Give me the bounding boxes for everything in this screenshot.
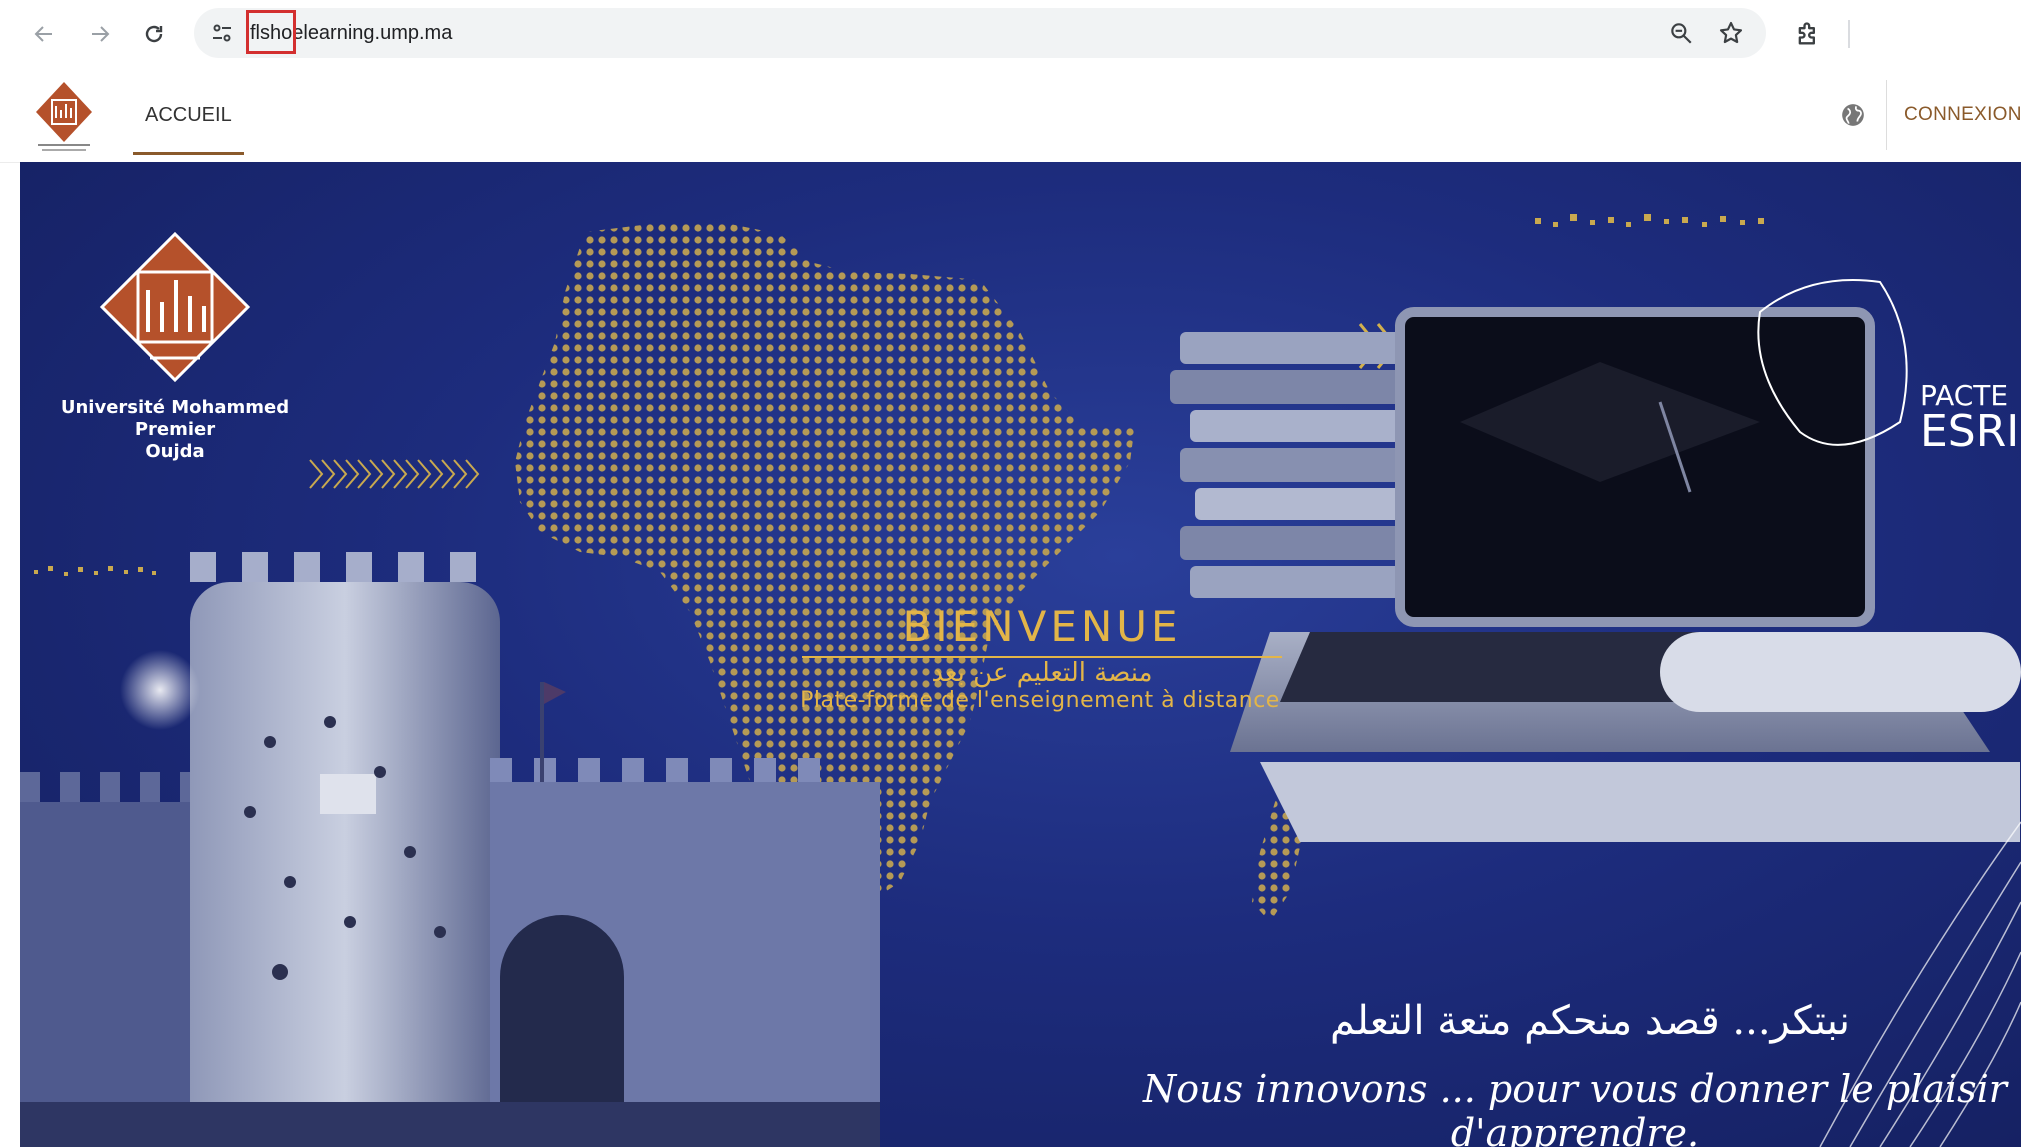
university-emblem bbox=[99, 231, 251, 383]
arrow-right-icon bbox=[92, 26, 110, 42]
university-name: Université Mohammed Premier Oujda bbox=[20, 397, 330, 463]
bookmark-button[interactable] bbox=[1716, 18, 1746, 48]
site-header: ACCUEIL CONNEXION bbox=[0, 68, 2021, 163]
slogan-french: Nous innovons ... pour vous donner le pl… bbox=[1143, 1067, 2007, 1147]
subtitle-arabic: منصة التعليم عن بعد bbox=[931, 658, 1153, 688]
reload-icon bbox=[145, 25, 163, 43]
nav-accueil[interactable]: ACCUEIL bbox=[133, 68, 244, 155]
puzzle-icon bbox=[1798, 22, 1815, 45]
toolbar-separator bbox=[1848, 20, 1850, 48]
zoom-out-icon bbox=[1671, 23, 1692, 44]
esri-logo-text: ESRI bbox=[1920, 406, 2020, 457]
browser-toolbar: flshoelearning.ump.ma bbox=[0, 0, 2021, 68]
extensions-button[interactable] bbox=[1788, 14, 1828, 54]
reload-button[interactable] bbox=[134, 14, 174, 54]
chevron-arrows-left bbox=[309, 459, 480, 489]
slogan-arabic: نبتكر... قصد منحكم متعة التعلم bbox=[1329, 998, 1850, 1044]
arrow-left-icon bbox=[34, 26, 52, 42]
header-separator bbox=[1886, 80, 1887, 150]
address-bar[interactable]: flshoelearning.ump.ma bbox=[194, 8, 1766, 58]
subtitle-french: Plate-forme de l'enseignement à distance bbox=[800, 688, 1280, 713]
tune-icon[interactable] bbox=[210, 21, 234, 45]
welcome-banner: Université Mohammed Premier Oujda BIENVE… bbox=[20, 162, 2021, 1147]
university-logo[interactable] bbox=[30, 78, 98, 156]
back-button[interactable] bbox=[24, 14, 64, 54]
zoom-button[interactable] bbox=[1666, 18, 1696, 48]
university-name-line2: Oujda bbox=[145, 441, 205, 462]
university-name-line1: Université Mohammed Premier bbox=[60, 397, 290, 440]
login-link[interactable]: CONNEXION bbox=[1904, 68, 2021, 162]
url-highlight-box bbox=[246, 10, 296, 54]
gold-pixel-row-top bbox=[1535, 214, 1764, 227]
forward-button[interactable] bbox=[80, 14, 120, 54]
welcome-title: BIENVENUE bbox=[902, 602, 1182, 651]
globe-icon[interactable] bbox=[1840, 102, 1866, 128]
star-icon bbox=[1719, 21, 1743, 44]
gold-pixel-row-left bbox=[34, 566, 156, 576]
books-laptop-graduation bbox=[1170, 279, 2021, 842]
